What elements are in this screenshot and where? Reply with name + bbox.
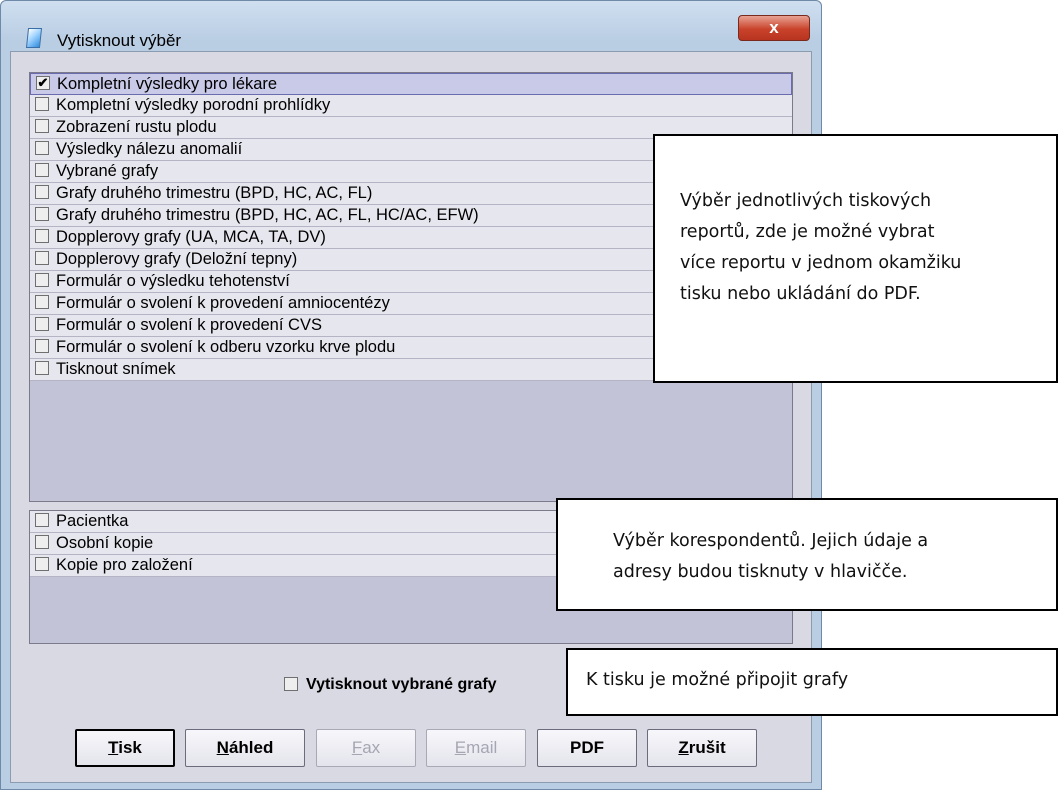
annotation-reports: Výběr jednotlivých tiskových reportů, zd… <box>653 134 1058 383</box>
annotation-correspondents: Výběr korespondentů. Jejich údaje a adre… <box>556 498 1058 611</box>
report-checkbox[interactable] <box>35 361 49 375</box>
report-checkbox[interactable] <box>35 251 49 265</box>
window-title: Vytisknout výběr <box>57 31 182 50</box>
report-checkbox[interactable] <box>35 317 49 331</box>
report-checkbox[interactable] <box>35 163 49 177</box>
report-checkbox[interactable]: ✔ <box>36 76 50 90</box>
print-graphs-checkbox[interactable] <box>284 677 298 691</box>
print-graphs-label[interactable]: Vytisknout vybrané grafy <box>306 676 497 694</box>
report-checkbox[interactable] <box>35 339 49 353</box>
cancel-button[interactable]: Zrušit <box>647 729 757 767</box>
report-checkbox[interactable] <box>35 185 49 199</box>
report-checkbox[interactable] <box>35 207 49 221</box>
close-button[interactable]: x <box>738 15 810 41</box>
report-checkbox[interactable] <box>35 273 49 287</box>
app-icon <box>25 28 43 48</box>
report-checkbox[interactable] <box>35 97 49 111</box>
report-checkbox[interactable] <box>35 295 49 309</box>
correspondent-checkbox[interactable] <box>35 513 49 527</box>
report-checkbox[interactable] <box>35 119 49 133</box>
report-item[interactable]: ✔ Kompletní výsledky pro lékare <box>30 73 792 95</box>
annotation-graphs: K tisku je možné připojit grafy <box>566 648 1058 716</box>
email-button: Email <box>426 729 526 767</box>
report-checkbox[interactable] <box>35 229 49 243</box>
correspondent-checkbox[interactable] <box>35 557 49 571</box>
report-item[interactable]: Kompletní výsledky porodní prohlídky <box>30 95 792 117</box>
pdf-button[interactable]: PDF <box>537 729 637 767</box>
preview-button[interactable]: Náhled <box>185 729 305 767</box>
title-bar[interactable]: Vytisknout výběr x <box>1 1 821 50</box>
print-button[interactable]: Tisk <box>75 729 175 767</box>
correspondent-checkbox[interactable] <box>35 535 49 549</box>
report-checkbox[interactable] <box>35 141 49 155</box>
fax-button: Fax <box>316 729 416 767</box>
